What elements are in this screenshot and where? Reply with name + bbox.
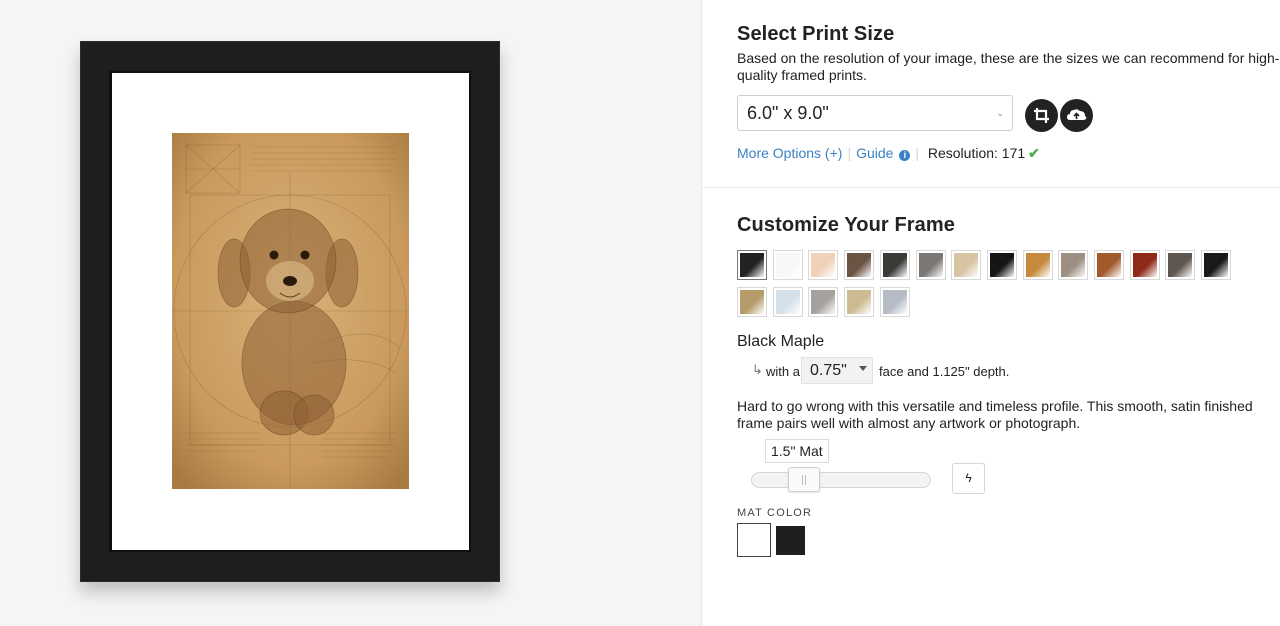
- print-size-title: Select Print Size: [737, 23, 895, 45]
- frame-swatch-black-gold[interactable]: [986, 250, 1017, 280]
- selected-frame-name: Black Maple: [737, 333, 825, 350]
- frame-swatch-charcoal[interactable]: [879, 250, 910, 280]
- chevron-down-icon: ⌄: [996, 108, 1004, 118]
- frame-description: Hard to go wrong with this versatile and…: [737, 398, 1253, 431]
- frame-title: Customize Your Frame: [737, 214, 955, 236]
- cloud-upload-icon: [1067, 109, 1087, 120]
- frame-swatch-gray-driftwood[interactable]: [915, 250, 946, 280]
- mat-size-slider[interactable]: [751, 472, 931, 488]
- bolt-button[interactable]: ϟ: [952, 463, 985, 494]
- info-icon: i: [899, 150, 911, 161]
- print-size-description: Based on the resolution of your image, t…: [737, 50, 1280, 83]
- caret-down-icon: [859, 366, 867, 371]
- frame-swatch-silver-wood[interactable]: [1058, 250, 1089, 280]
- guide-link[interactable]: Guide i: [856, 145, 911, 161]
- resolution-value: 171: [1001, 145, 1026, 161]
- frame-swatch-pewter[interactable]: [808, 287, 839, 317]
- resolution-label: Resolution:: [927, 145, 998, 161]
- mat: [112, 73, 469, 550]
- frame-preview: [0, 0, 701, 626]
- frame-swatch-gold[interactable]: [1022, 250, 1053, 280]
- frame-swatch-natural-maple[interactable]: [808, 250, 839, 280]
- bolt-icon: ϟ: [965, 471, 972, 485]
- selected-size: 6.0" x 9.0": [747, 103, 829, 123]
- print-size-links: More Options (+) | Guide i | Resolution: 17…: [737, 145, 1040, 161]
- mat-color-label: MAT COLOR: [737, 507, 813, 519]
- frame-swatch-black-marble[interactable]: [1201, 250, 1232, 280]
- customize-panel: Select Print Size Based on the resolutio…: [702, 0, 1280, 626]
- frame-swatch-steel[interactable]: [879, 287, 910, 317]
- return-arrow-icon: ↳: [752, 362, 763, 377]
- frame-swatch-bamboo[interactable]: [737, 287, 767, 317]
- frame-swatch-white[interactable]: [772, 250, 803, 280]
- upload-button[interactable]: [1060, 99, 1093, 132]
- print-size-select[interactable]: 6.0" x 9.0" ⌄: [737, 95, 1013, 131]
- mat-size-label: 1.5" Mat: [765, 439, 829, 463]
- face-width-select[interactable]: 0.75": [801, 357, 873, 384]
- mat-color-black[interactable]: [776, 526, 805, 555]
- mat-slider-handle[interactable]: [788, 467, 820, 492]
- frame-swatch-champagne[interactable]: [844, 287, 875, 317]
- picture-frame: [80, 41, 500, 582]
- artwork: [172, 133, 409, 489]
- frame-swatch-light-oak[interactable]: [951, 250, 982, 280]
- frame-swatch-frost[interactable]: [772, 287, 803, 317]
- more-options-link[interactable]: More Options (+): [737, 145, 842, 161]
- crop-icon: [1034, 108, 1049, 123]
- frame-swatch-walnut[interactable]: [844, 250, 875, 280]
- crop-button[interactable]: [1025, 99, 1058, 132]
- checkmark-icon: ✔: [1028, 145, 1040, 161]
- mat-color-white[interactable]: [737, 523, 771, 557]
- frame-swatch-cherry[interactable]: [1094, 250, 1124, 280]
- frame-swatch-dark-gray-wood[interactable]: [1165, 250, 1196, 280]
- frame-swatch-black-maple[interactable]: [737, 250, 767, 280]
- frame-swatch-red-mahogany[interactable]: [1129, 250, 1160, 280]
